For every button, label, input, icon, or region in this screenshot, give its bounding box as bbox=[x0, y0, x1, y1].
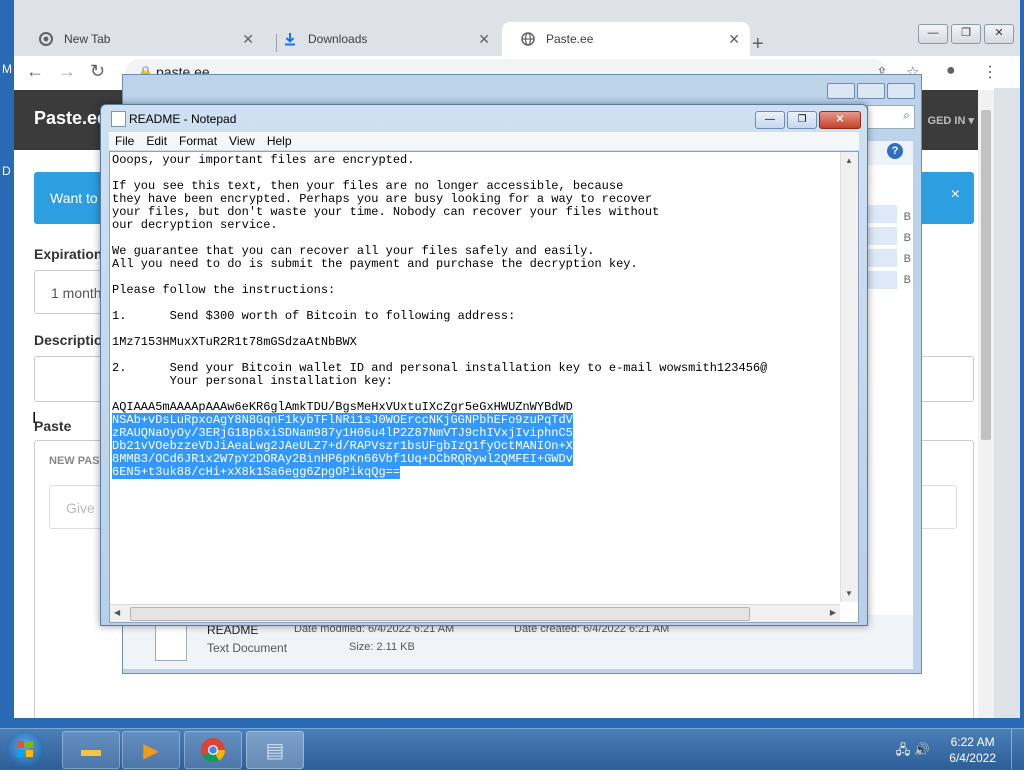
notepad-minimize-button[interactable]: — bbox=[755, 111, 785, 129]
alert-close-icon[interactable]: × bbox=[951, 186, 960, 204]
taskbar: ▬ ▶ ▤ 🖧 🔊 6:22 AM 6/4/2022 bbox=[0, 728, 1024, 769]
close-tab-icon[interactable]: ✕ bbox=[728, 31, 740, 48]
tab-new-tab[interactable]: New Tab ✕ bbox=[20, 22, 264, 56]
desktop-label-fragment: M bbox=[2, 62, 12, 76]
size-column: B B B B bbox=[867, 207, 911, 291]
taskbar-chrome[interactable] bbox=[184, 731, 242, 769]
tab-strip: New Tab ✕ Downloads ✕ Paste.ee ✕ + — ❐ ✕ bbox=[14, 14, 1020, 56]
clock-time: 6:22 AM bbox=[950, 735, 995, 749]
notepad-icon bbox=[111, 111, 126, 127]
expiration-label: Expiration bbox=[34, 246, 103, 262]
tab-label: Downloads bbox=[308, 32, 368, 46]
notepad-close-button[interactable]: ✕ bbox=[819, 111, 861, 129]
notepad-vertical-scrollbar[interactable]: ▲ ▼ bbox=[840, 152, 858, 602]
close-window-button[interactable]: ✕ bbox=[984, 24, 1014, 44]
media-player-icon: ▶ bbox=[143, 739, 159, 762]
user-menu[interactable]: GED IN ▾ bbox=[928, 114, 974, 127]
windows-logo-icon bbox=[17, 741, 33, 757]
minimize-button[interactable]: — bbox=[918, 24, 948, 44]
new-tab-button[interactable]: + bbox=[752, 34, 764, 54]
taskbar-media-player[interactable]: ▶ bbox=[122, 731, 180, 769]
notepad-maximize-button[interactable]: ❐ bbox=[787, 111, 817, 129]
explorer-minimize-button[interactable] bbox=[827, 83, 855, 99]
text-cursor-icon: I bbox=[32, 410, 37, 427]
new-paste-tab[interactable]: NEW PAST bbox=[49, 455, 106, 467]
horizontal-scroll-thumb[interactable] bbox=[130, 607, 750, 621]
close-tab-icon[interactable]: ✕ bbox=[478, 31, 490, 48]
scroll-up-arrow-icon[interactable]: ▲ bbox=[845, 156, 853, 165]
tab-downloads[interactable]: Downloads ✕ bbox=[264, 22, 500, 56]
page-scrollbar-thumb[interactable] bbox=[981, 110, 991, 440]
notepad-window-controls: — ❐ ✕ bbox=[753, 111, 861, 129]
chrome-icon bbox=[38, 31, 54, 47]
notepad-title: README - Notepad bbox=[129, 112, 237, 126]
explorer-close-button[interactable] bbox=[887, 83, 915, 99]
notepad-text-area[interactable]: Ooops, your important files are encrypte… bbox=[109, 151, 859, 623]
explorer-file-list: B B B B bbox=[867, 165, 913, 615]
note-selected-text: NSAb+vDsLuRpxoAgY8N8GqnF1kybTFlNRi1sJ0WO… bbox=[112, 413, 573, 479]
folder-icon: ▬ bbox=[81, 738, 101, 761]
forward-button[interactable]: → bbox=[58, 61, 76, 82]
explorer-toolbar: ? bbox=[867, 141, 913, 165]
site-brand[interactable]: Paste.ee bbox=[34, 108, 107, 129]
notepad-window: README - Notepad — ❐ ✕ File Edit Format Vie… bbox=[100, 104, 868, 626]
menu-kebab-icon[interactable]: ⋮ bbox=[982, 62, 998, 82]
size-cell: B bbox=[903, 253, 911, 265]
menu-edit[interactable]: Edit bbox=[140, 132, 173, 148]
clock-date: 6/4/2022 bbox=[949, 751, 996, 765]
reload-button[interactable]: ↻ bbox=[90, 61, 105, 82]
explorer-window-controls bbox=[825, 83, 915, 99]
taskbar-explorer[interactable]: ▬ bbox=[62, 731, 120, 769]
alert-text: Want to bbox=[50, 190, 98, 206]
notepad-icon: ▤ bbox=[265, 739, 285, 762]
notepad-menubar: File Edit Format View Help bbox=[109, 132, 859, 150]
ransom-note-text: Ooops, your important files are encrypte… bbox=[112, 154, 840, 600]
download-icon bbox=[282, 31, 298, 47]
search-icon: ⌕ bbox=[903, 108, 910, 122]
paste-label: Paste bbox=[34, 418, 72, 434]
scroll-left-arrow-icon[interactable]: ◀ bbox=[114, 608, 120, 617]
system-clock[interactable]: 6:22 AM 6/4/2022 bbox=[949, 734, 996, 766]
system-tray-icons[interactable]: 🖧 🔊 bbox=[896, 741, 930, 763]
page-scrollbar[interactable] bbox=[978, 90, 994, 718]
file-type: Text Document bbox=[207, 641, 288, 655]
size-cell: B bbox=[903, 211, 911, 223]
start-button[interactable] bbox=[6, 731, 44, 767]
maximize-button[interactable]: ❐ bbox=[951, 24, 981, 44]
taskbar-notepad[interactable]: ▤ bbox=[246, 731, 304, 769]
menu-view[interactable]: View bbox=[223, 132, 261, 148]
explorer-search-box[interactable]: ⌕ bbox=[867, 105, 915, 129]
profile-icon[interactable]: ● bbox=[946, 62, 956, 80]
back-button[interactable]: ← bbox=[26, 61, 44, 82]
explorer-maximize-button[interactable] bbox=[857, 83, 885, 99]
window-controls: — ❐ ✕ bbox=[915, 24, 1014, 44]
menu-file[interactable]: File bbox=[109, 132, 140, 148]
tab-label: New Tab bbox=[64, 32, 111, 46]
text-document-icon bbox=[155, 623, 187, 661]
size-cell: B bbox=[903, 274, 911, 286]
show-desktop-button[interactable] bbox=[1011, 729, 1024, 769]
scroll-down-arrow-icon[interactable]: ▼ bbox=[845, 589, 853, 598]
globe-icon bbox=[520, 31, 536, 47]
notepad-horizontal-scrollbar[interactable]: ◀ ▶ bbox=[110, 604, 840, 622]
menu-format[interactable]: Format bbox=[173, 132, 223, 148]
tab-paste-ee[interactable]: Paste.ee ✕ bbox=[502, 22, 750, 56]
chrome-icon bbox=[201, 738, 225, 763]
desktop-label-fragment: D bbox=[2, 164, 11, 178]
help-icon[interactable]: ? bbox=[887, 143, 903, 159]
tab-label: Paste.ee bbox=[546, 32, 594, 46]
size-cell: B bbox=[903, 232, 911, 244]
scroll-right-arrow-icon[interactable]: ▶ bbox=[830, 608, 836, 617]
menu-help[interactable]: Help bbox=[261, 132, 298, 148]
file-size: Size: 2.11 KB bbox=[349, 641, 415, 653]
close-tab-icon[interactable]: ✕ bbox=[242, 31, 254, 48]
note-plain-text: Ooops, your important files are encrypte… bbox=[112, 154, 768, 414]
